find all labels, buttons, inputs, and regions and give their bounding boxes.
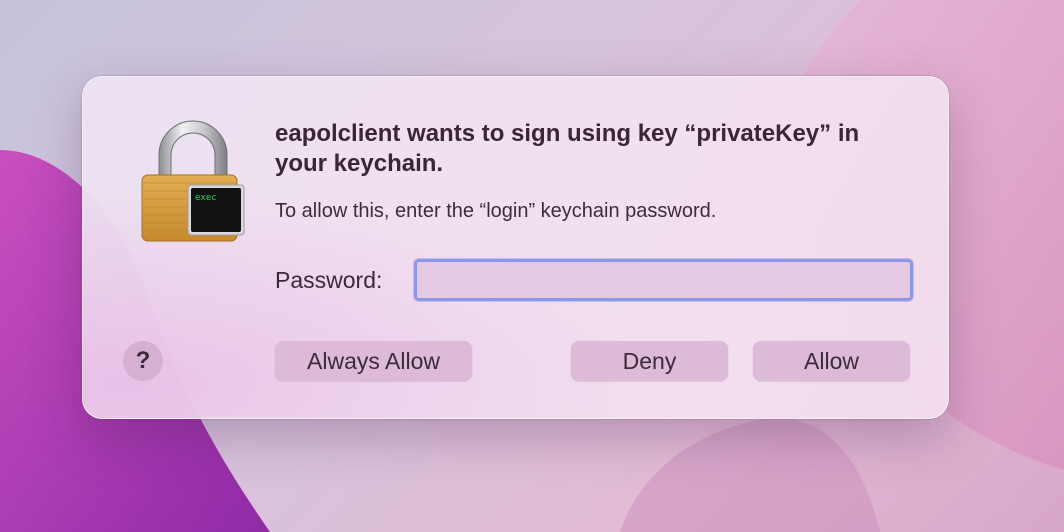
help-button[interactable]: ? (123, 341, 163, 381)
dialog-message: To allow this, enter the “login” keychai… (275, 200, 717, 222)
allow-button[interactable]: Allow (753, 341, 910, 381)
dialog-title: eapolclient wants to sign using key “pri… (275, 120, 860, 177)
always-allow-button[interactable]: Always Allow (275, 341, 472, 381)
lock-badge-text: exec (195, 193, 217, 203)
password-label: Password: (275, 267, 383, 293)
padlock-with-terminal-icon: exec (137, 119, 249, 245)
question-mark-icon: ? (135, 347, 151, 374)
password-field[interactable] (414, 259, 913, 301)
deny-button[interactable]: Deny (571, 341, 728, 381)
keychain-access-dialog: exec eapolclient wants to sign using key… (82, 76, 949, 419)
